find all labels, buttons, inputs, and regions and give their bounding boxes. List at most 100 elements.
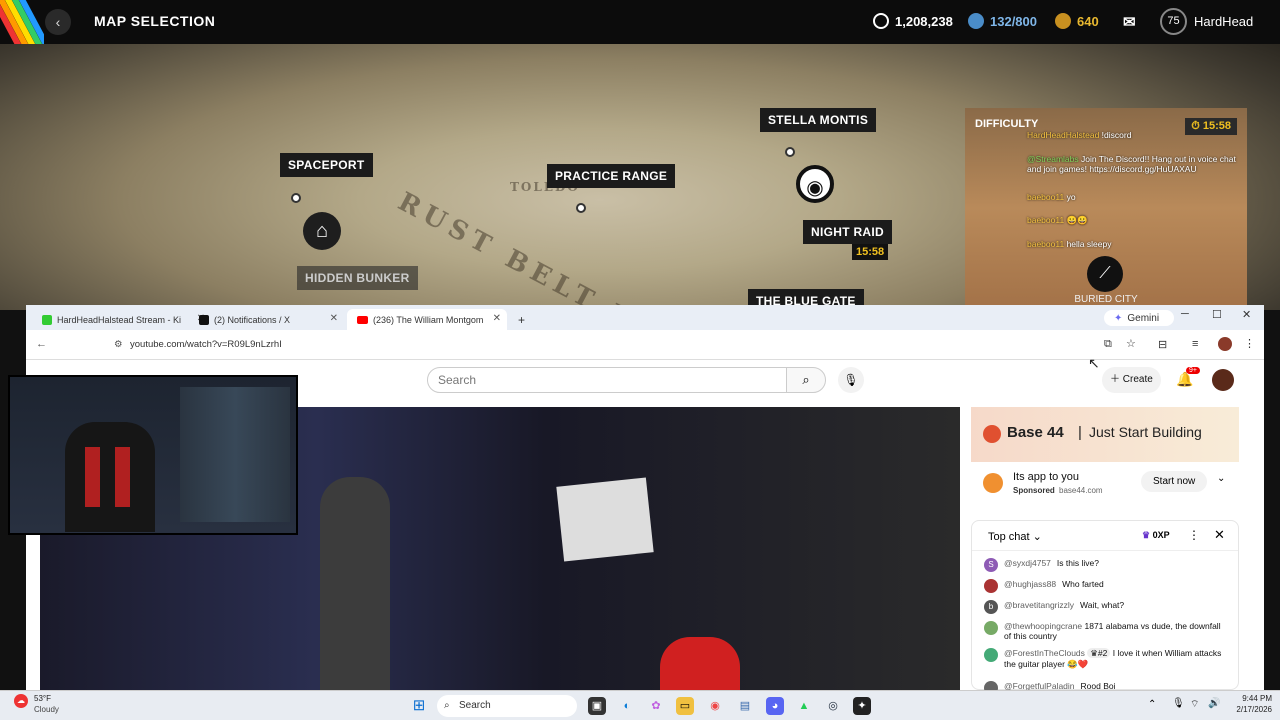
gemini-button[interactable]: ✦ Gemini xyxy=(1104,310,1174,326)
map-label-night-raid[interactable]: NIGHT RAID xyxy=(803,220,892,244)
app-icon[interactable]: ▲ xyxy=(795,697,813,715)
player-name[interactable]: HardHead xyxy=(1194,14,1253,29)
chat-text: Is this live? xyxy=(1056,558,1099,568)
ad-title: Its app to you xyxy=(1013,471,1080,483)
start-now-button[interactable]: Start now xyxy=(1141,471,1208,492)
gemini-icon: ✦ xyxy=(1114,312,1123,324)
spaceport-marker[interactable] xyxy=(291,193,301,203)
minimize-button[interactable]: ─ xyxy=(1181,308,1189,320)
chat-message: @ForestInTheClouds ♛#2 I love it when Wi… xyxy=(984,648,1224,670)
tab-kick[interactable]: HardHeadHalstead Stream - Ki✕ xyxy=(32,309,205,330)
taskbar: ☁ 53°F Cloudy ⊞ ⌕ Search ▣ ◐ ✿ ▭ ◉ ▤ ◕ ▲ … xyxy=(0,690,1280,720)
map-label-buried-city[interactable]: BURIED CITY xyxy=(965,294,1247,305)
avatar: b xyxy=(984,600,998,614)
chat-username[interactable]: @ForestInTheClouds xyxy=(1004,648,1085,658)
notepad-icon[interactable]: ▤ xyxy=(736,697,754,715)
chat-username[interactable]: @thewhoopingcrane xyxy=(1004,621,1082,631)
notification-badge: 9+ xyxy=(1186,367,1200,374)
chair-stripe xyxy=(115,447,130,507)
chrome-icon[interactable]: ◉ xyxy=(706,697,724,715)
search-button[interactable]: ⌕ xyxy=(786,367,826,393)
edge-icon[interactable]: ◐ xyxy=(618,697,636,715)
overlay-chat-line: baeboo11 hella sleepy xyxy=(1027,239,1111,249)
close-icon[interactable]: ✕ xyxy=(330,313,338,324)
task-view-icon[interactable]: ▣ xyxy=(588,697,606,715)
overlay-chat-user: HardHeadHalstead xyxy=(1027,130,1100,140)
new-tab-button[interactable]: + xyxy=(508,309,528,330)
weather-icon[interactable]: ☁ xyxy=(14,694,28,708)
clock-date[interactable]: 2/17/2026 xyxy=(1228,705,1272,714)
windows-start-icon[interactable]: ⊞ xyxy=(410,697,428,715)
overlay-chat-line: HardHeadHalstead !discord xyxy=(1027,130,1131,140)
close-icon[interactable]: ✕ xyxy=(493,313,501,324)
sponsored-ad[interactable]: Its app to you Sponsored base44.com Star… xyxy=(971,465,1239,505)
search-input[interactable]: Search xyxy=(427,367,787,393)
back-icon[interactable]: ← xyxy=(36,338,47,350)
night-raid-icon[interactable]: ◉ xyxy=(796,165,834,203)
overlay-chat-line: baeboo11 😀😀 xyxy=(1027,215,1088,226)
chat-header: Top chat ⌄ ♛ 0XP ⋮ ✕ xyxy=(972,521,1238,551)
close-icon[interactable]: ✕ xyxy=(1214,527,1225,543)
back-button[interactable]: ‹ xyxy=(45,9,71,35)
close-window-button[interactable]: ✕ xyxy=(1242,308,1251,321)
file-explorer-icon[interactable]: ▭ xyxy=(676,697,694,715)
install-icon[interactable]: ⧉ xyxy=(1104,338,1112,351)
media-control-icon[interactable]: ≡ xyxy=(1192,338,1198,350)
credits-stat: 1,208,238 xyxy=(873,13,953,29)
difficulty-label: DIFFICULTY xyxy=(975,118,1039,130)
buried-city-icon[interactable]: ⟋ xyxy=(1087,256,1123,292)
steam-icon[interactable]: ◎ xyxy=(824,697,842,715)
bookmark-star-icon[interactable]: ☆ xyxy=(1126,337,1136,350)
discord-icon[interactable]: ◕ xyxy=(766,697,784,715)
clock-time[interactable]: 9:44 PM xyxy=(1232,694,1272,703)
top-chat-dropdown[interactable]: Top chat ⌄ xyxy=(988,530,1042,543)
more-icon[interactable]: ⋮ xyxy=(1188,528,1200,542)
avatar[interactable] xyxy=(1212,369,1234,391)
profile-avatar[interactable] xyxy=(1218,337,1232,351)
weather-temp: 53°F xyxy=(34,694,51,703)
ad-logo-icon xyxy=(983,473,1003,493)
search-icon: ⌕ xyxy=(444,700,450,711)
stella-montis-marker[interactable] xyxy=(785,147,795,157)
map-label-stella-montis[interactable]: STELLA MONTIS xyxy=(760,108,877,132)
player-level: 75 xyxy=(1160,8,1187,35)
chevron-up-icon[interactable]: ⌃ xyxy=(1148,699,1156,710)
practice-range-marker[interactable] xyxy=(576,203,586,213)
tab-x[interactable]: (2) Notifications / X ✕ xyxy=(189,309,344,330)
avatar xyxy=(984,621,998,635)
maximize-button[interactable]: ☐ xyxy=(1212,308,1222,321)
map-label-spaceport[interactable]: SPACEPORT xyxy=(280,153,373,177)
url-field[interactable]: ⚙ youtube.com/watch?v=R09L9nLzrhI xyxy=(106,334,1056,356)
copilot-icon[interactable]: ✿ xyxy=(647,697,665,715)
map-label-hidden-bunker[interactable]: HIDDEN BUNKER xyxy=(297,266,418,290)
split-view-icon[interactable]: ⊟ xyxy=(1158,338,1167,351)
chat-username[interactable]: @hughjass88 xyxy=(1004,579,1056,593)
map-label-practice-range[interactable]: PRACTICE RANGE xyxy=(547,164,676,188)
mic-icon[interactable]: 🎙 xyxy=(1172,698,1185,709)
game-app-icon[interactable]: ✦ xyxy=(853,697,871,715)
hidden-bunker-icon[interactable]: ⌂ xyxy=(303,212,341,250)
overlay-timer: ⏱ 15:58 xyxy=(1185,118,1237,135)
menu-icon[interactable]: ⋮ xyxy=(1244,337,1255,350)
ad-banner[interactable]: Base 44 | Just Start Building xyxy=(971,407,1239,462)
chat-username[interactable]: @ForgetfulPaladin xyxy=(1004,681,1075,690)
create-label: Create xyxy=(1122,374,1153,385)
banner-divider: | xyxy=(1078,424,1082,441)
mail-icon[interactable]: ✉ xyxy=(1123,13,1136,31)
tab-youtube[interactable]: (236) The William Montgom ✕ xyxy=(347,309,507,330)
ad-domain: base44.com xyxy=(1059,486,1103,495)
base44-logo-icon xyxy=(983,425,1001,443)
create-button[interactable]: ＋ Create xyxy=(1102,367,1161,393)
video-figure xyxy=(660,637,740,690)
tab-label: HardHeadHalstead Stream - Ki xyxy=(57,314,182,325)
xp-badge[interactable]: ♛ 0XP xyxy=(1142,530,1170,541)
chevron-down-icon[interactable]: ⌄ xyxy=(1217,473,1225,484)
taskbar-search[interactable]: ⌕ Search xyxy=(437,695,577,717)
chat-username[interactable]: @bravetitangrizzly xyxy=(1004,600,1074,614)
mouse-cursor-icon: ↖ xyxy=(1088,355,1100,371)
chat-username[interactable]: @syxdj4757 xyxy=(1004,558,1051,572)
network-icon[interactable]: ⌔ xyxy=(1190,698,1199,711)
volume-icon[interactable]: 🔊 xyxy=(1208,698,1220,709)
mic-button[interactable]: 🎙 xyxy=(838,367,864,393)
site-info-icon[interactable]: ⚙ xyxy=(114,334,123,356)
